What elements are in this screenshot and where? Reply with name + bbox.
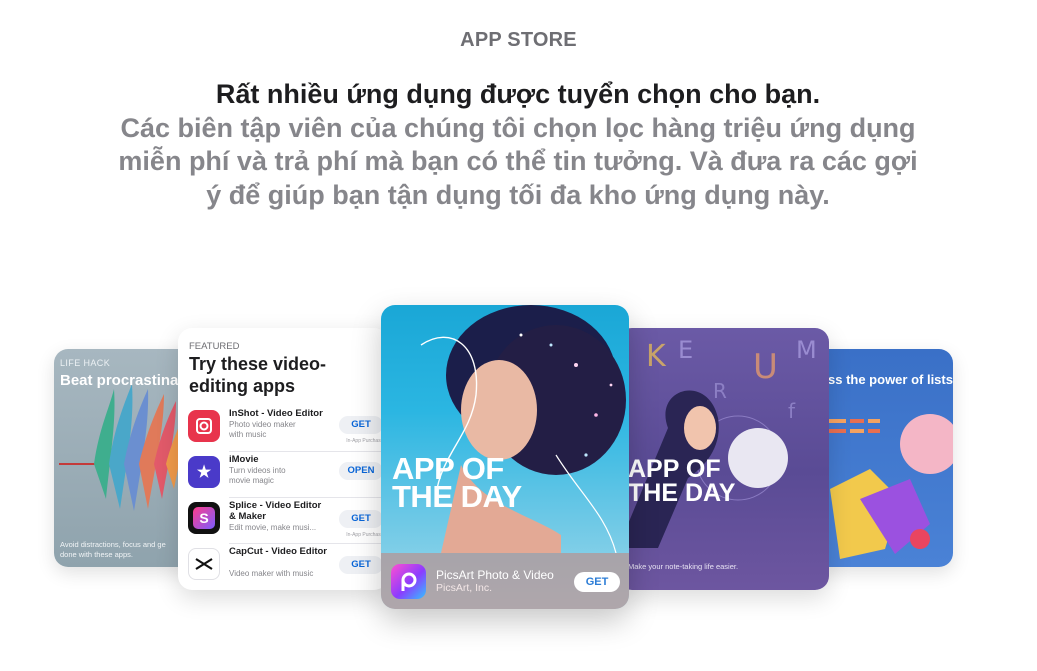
featured-title: Try these video-editing apps — [189, 354, 327, 396]
capcut-icon — [188, 548, 220, 580]
app-name: CapCut - Video Editor — [229, 546, 327, 557]
imovie-star-icon: ★ — [188, 456, 220, 488]
life-hack-eyebrow: LIFE HACK — [60, 358, 111, 368]
section-eyebrow: APP STORE — [460, 29, 577, 51]
featured-app-name: PicsArt Photo & Video — [436, 568, 554, 582]
list-item-splice[interactable]: S Splice - Video Editor & Maker Edit mov… — [188, 498, 386, 544]
svg-text:K: K — [646, 339, 667, 374]
svg-text:R: R — [713, 379, 727, 403]
get-button[interactable]: GET — [339, 510, 383, 528]
svg-text:E: E — [678, 336, 693, 364]
app-of-the-day-heading: APP OF THE DAY — [392, 451, 522, 514]
card-note-app[interactable]: K E U M R f APP OF THE DAY Make your not… — [618, 328, 829, 590]
life-hack-footer: Avoid distractions, focus and ge done wi… — [60, 540, 166, 559]
app-subtitle: movie magic — [229, 476, 274, 485]
power-card-title: ss the power of lists — [828, 372, 953, 387]
app-subtitle: Photo video maker — [229, 420, 296, 429]
svg-text:U: U — [753, 347, 778, 387]
card-app-of-the-day[interactable]: APP OF THE DAY PicsArt Photo & Video Pic… — [381, 305, 629, 609]
life-hack-title: Beat procrastinat — [60, 372, 178, 389]
note-app-footer: Make your note-taking life easier. — [628, 562, 739, 571]
list-item-capcut[interactable]: CapCut - Video Editor Video maker with m… — [188, 544, 383, 590]
inshot-app-icon — [188, 410, 220, 442]
section-headline: Rất nhiều ứng dụng được tuyển chọn cho b… — [118, 78, 918, 212]
list-item-imovie[interactable]: ★ iMovie Turn videos into movie magic OP… — [188, 452, 383, 498]
app-subtitle: Turn videos into — [229, 466, 286, 475]
svg-text:f: f — [788, 399, 796, 423]
open-button[interactable]: OPEN — [339, 462, 383, 480]
app-subtitle: with music — [229, 430, 267, 439]
featured-app-bar[interactable]: PicsArt Photo & Video PicsArt, Inc. GET — [381, 553, 629, 609]
picsart-app-icon — [391, 564, 426, 599]
featured-label: FEATURED — [189, 341, 240, 352]
get-button[interactable]: GET — [339, 416, 383, 434]
featured-app-developer: PicsArt, Inc. — [436, 582, 493, 594]
app-of-the-day-heading: APP OF THE DAY — [628, 455, 736, 507]
app-name: InShot - Video Editor — [229, 408, 323, 419]
portrait-illustration — [420, 305, 626, 553]
headline-body: Các biên tập viên của chúng tôi chọn lọc… — [118, 112, 918, 210]
letters-illustration: K E U M R f — [618, 336, 817, 548]
app-name: iMovie — [229, 454, 259, 465]
headline-strong: Rất nhiều ứng dụng được tuyển chọn cho b… — [215, 79, 821, 109]
list-item-inshot[interactable]: InShot - Video Editor Photo video maker … — [188, 406, 386, 452]
splice-s-icon: S — [188, 502, 220, 534]
cards-carousel: LIFE HACK Beat procrastinat Avoid distra… — [0, 290, 1037, 650]
app-name: Splice - Video Editor & Maker — [229, 500, 322, 522]
get-button[interactable]: GET — [574, 572, 620, 592]
svg-text:M: M — [796, 336, 817, 364]
card-featured-video-apps[interactable]: FEATURED Try these video-editing apps In… — [178, 328, 388, 590]
app-subtitle: Edit movie, make musi... — [229, 523, 317, 532]
get-button[interactable]: GET — [339, 556, 383, 574]
app-subtitle: Video maker with music — [229, 569, 314, 578]
